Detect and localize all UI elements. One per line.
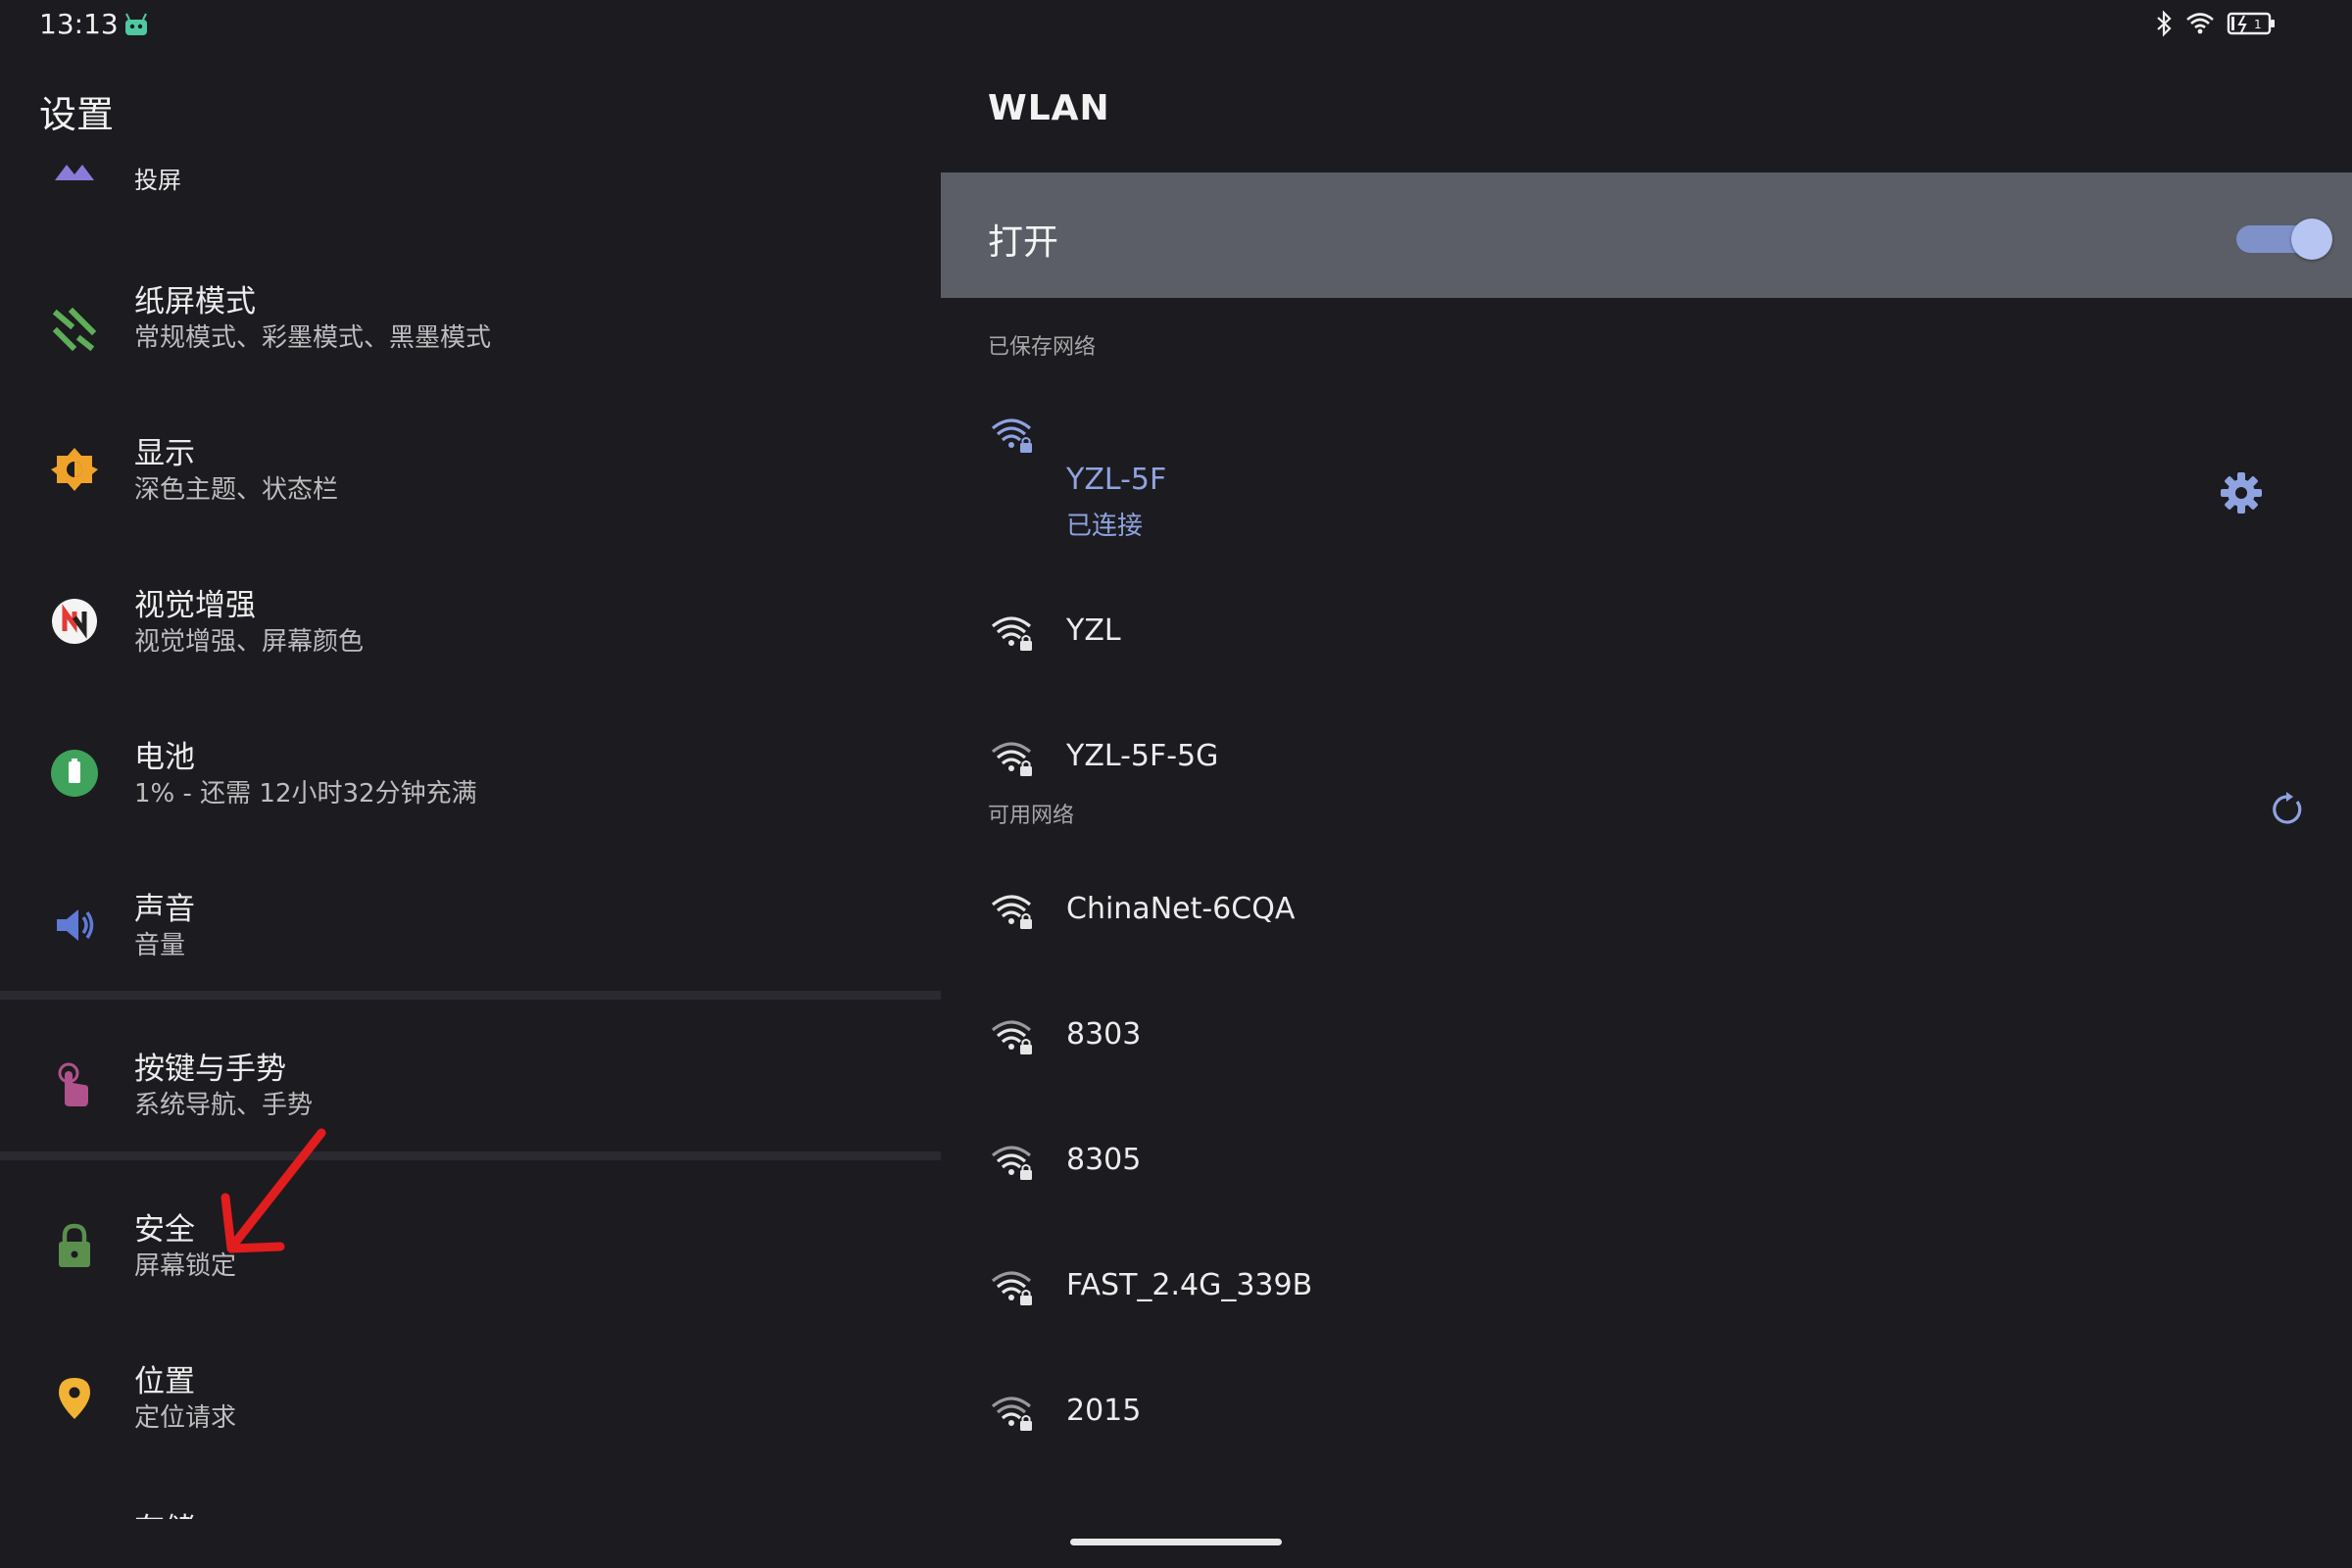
settings-item-title: 按键与手势 <box>134 1052 286 1087</box>
settings-item-title: 存储 <box>134 1504 195 1519</box>
settings-item-subtitle: 系统导航、手势 <box>134 1091 314 1120</box>
wifi-network-item[interactable]: ChinaNet-6CQA <box>941 851 2352 976</box>
wlan-switch-label: 打开 <box>988 222 1059 263</box>
cast-icon <box>55 165 94 180</box>
wifi-network-name: 8305 <box>1066 1143 1142 1177</box>
wifi-locked-icon <box>991 418 1032 453</box>
wifi-network-name: ChinaNet-6CQA <box>1066 892 1296 926</box>
refresh-icon[interactable] <box>2270 792 2305 827</box>
settings-item-paper-mode[interactable]: 纸屏模式 常规模式、彩墨模式、黑墨模式 <box>0 245 941 392</box>
settings-item-title: 显示 <box>134 436 195 471</box>
settings-item-title: 位置 <box>134 1364 195 1399</box>
lock-icon <box>59 1223 90 1267</box>
wifi-network-status: 已连接 <box>1066 512 1144 541</box>
wifi-network-item[interactable]: YZL <box>941 568 2352 694</box>
settings-item-title: 电池 <box>134 740 195 775</box>
settings-item-storage[interactable]: 存储 <box>0 1477 941 1519</box>
settings-item-title: 纸屏模式 <box>134 284 256 319</box>
settings-item-subtitle: 1% - 还需 12小时32分钟充满 <box>134 779 477 808</box>
status-time: 13:13 <box>39 8 119 40</box>
gesture-nav-handle[interactable] <box>1070 1539 1282 1545</box>
settings-item-visual-enhance[interactable]: 视觉增强 视觉增强、屏幕颜色 <box>0 549 941 696</box>
svg-text:1: 1 <box>2254 18 2262 31</box>
battery-status-icon: 1 <box>2227 12 2275 35</box>
settings-item-subtitle: 屏幕锁定 <box>134 1251 237 1281</box>
available-networks-header: 可用网络 <box>988 804 1075 828</box>
wifi-network-name: YZL-5F-5G <box>1066 739 1219 773</box>
status-bar: 13:13 1 <box>0 0 2352 49</box>
wifi-network-item[interactable]: YZL-5F 已连接 <box>941 378 2352 541</box>
settings-item-display[interactable]: 显示 深色主题、状态栏 <box>0 397 941 544</box>
wlan-title: WLAN <box>988 88 1110 128</box>
wifi-status-icon <box>2186 13 2214 34</box>
wifi-locked-icon <box>991 1146 1032 1180</box>
wifi-locked-icon <box>991 1271 1032 1305</box>
settings-item-subtitle: 深色主题、状态栏 <box>134 475 339 505</box>
wifi-network-name: YZL-5F <box>1066 463 1167 497</box>
android-robot-icon <box>125 13 147 35</box>
settings-item-location[interactable]: 位置 定位请求 <box>0 1325 941 1472</box>
wlan-toggle-thumb[interactable] <box>2291 219 2332 260</box>
wifi-locked-icon <box>991 742 1032 776</box>
settings-item-title: 安全 <box>134 1212 195 1248</box>
settings-item-battery[interactable]: 电池 1% - 还需 12小时32分钟充满 <box>0 701 941 848</box>
section-divider <box>0 991 941 1000</box>
wlan-master-switch[interactable]: 打开 <box>941 172 2352 298</box>
wifi-network-item[interactable]: 8303 <box>941 976 2352 1102</box>
settings-item-title: 投屏 <box>134 167 181 194</box>
status-icons: 1 <box>2154 10 2276 37</box>
wifi-network-item[interactable]: YZL-5F-5G <box>941 694 2352 819</box>
wifi-network-name: 2015 <box>1066 1394 1142 1428</box>
wifi-network-item[interactable]: 2015 <box>941 1352 2352 1478</box>
brightness-icon <box>51 448 98 491</box>
settings-item-buttons-gestures[interactable]: 按键与手势 系统导航、手势 <box>0 1012 941 1159</box>
wifi-network-name: 8303 <box>1066 1017 1142 1052</box>
wifi-network-item[interactable]: 8305 <box>941 1102 2352 1227</box>
settings-pane: 设置 投屏 纸屏模式 常规模式、彩墨模式、黑墨模式 显示 深色主题、状态栏 视觉… <box>0 49 941 1519</box>
page-title: 设置 <box>39 93 115 136</box>
gesture-icon <box>58 1062 88 1106</box>
wifi-locked-icon <box>991 616 1032 651</box>
settings-item-subtitle: 视觉增强、屏幕颜色 <box>134 627 365 657</box>
section-divider <box>0 1152 941 1160</box>
battery-icon <box>51 750 98 797</box>
wlan-pane: WLAN 打开 已保存网络 YZL-5F 已连接 YZL YZL-5F-5G 可… <box>941 49 2352 1568</box>
wifi-locked-icon <box>991 1396 1032 1431</box>
location-pin-icon <box>59 1378 90 1419</box>
wifi-locked-icon <box>991 895 1032 929</box>
settings-item-subtitle: 音量 <box>134 931 186 960</box>
wifi-network-item[interactable]: FAST_2.4G_339B <box>941 1227 2352 1352</box>
wifi-network-name: YZL <box>1066 613 1121 648</box>
wifi-locked-icon <box>991 1020 1032 1054</box>
paper-mode-icon <box>52 307 97 352</box>
settings-item-subtitle: 常规模式、彩墨模式、黑墨模式 <box>134 323 492 353</box>
settings-item-security[interactable]: 安全 屏幕锁定 <box>0 1173 941 1320</box>
settings-item-sound[interactable]: 声音 音量 <box>0 853 941 1000</box>
settings-item-title: 声音 <box>134 892 195 927</box>
settings-item-subtitle: 定位请求 <box>134 1403 237 1433</box>
network-settings-gear-icon[interactable] <box>2219 470 2264 515</box>
settings-item-title: 视觉增强 <box>134 588 256 623</box>
settings-item-cast[interactable]: 投屏 <box>0 155 941 198</box>
speaker-icon <box>57 909 94 941</box>
wifi-network-name: FAST_2.4G_339B <box>1066 1268 1313 1302</box>
saved-networks-header: 已保存网络 <box>988 335 1097 360</box>
visual-enhance-icon <box>52 599 97 644</box>
bluetooth-icon <box>2157 10 2172 37</box>
